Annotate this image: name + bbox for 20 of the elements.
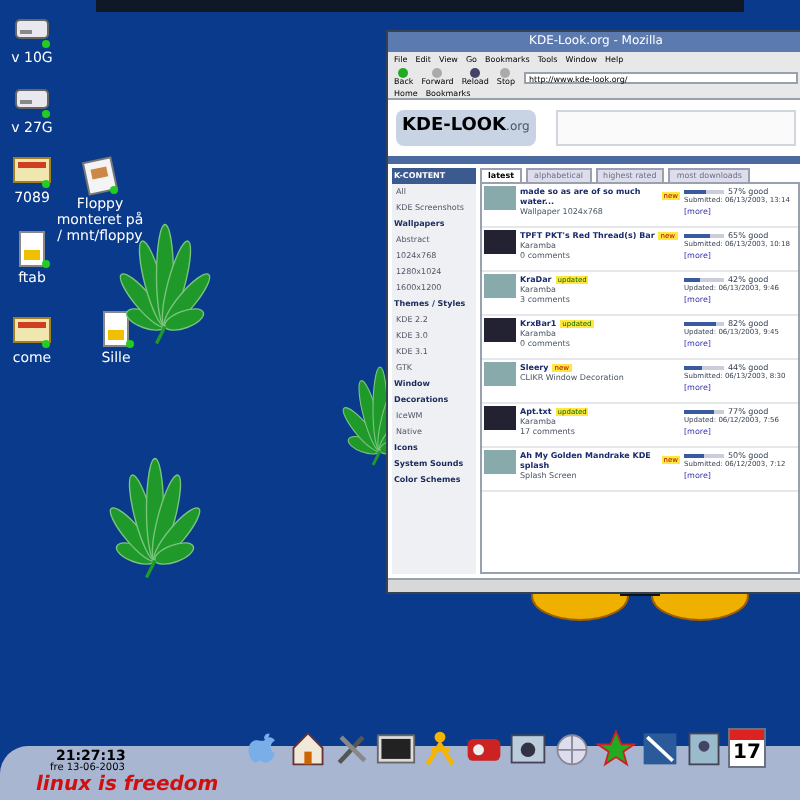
home-icon[interactable] <box>288 728 328 768</box>
logo-text: KDE-LOOK <box>402 114 507 141</box>
photo-icon[interactable] <box>684 728 724 768</box>
thumbnail-placeholder[interactable] <box>484 450 516 474</box>
globe-icon[interactable] <box>552 728 592 768</box>
star-icon[interactable] <box>596 728 636 768</box>
calendar-icon[interactable]: 17 <box>728 728 766 768</box>
slogan-text: linux is freedom <box>36 774 219 796</box>
thumbnail-placeholder[interactable] <box>484 230 516 254</box>
thumbnail-placeholder[interactable] <box>484 186 516 210</box>
person-icon[interactable] <box>420 728 460 768</box>
thumbnail-placeholder[interactable] <box>484 274 516 298</box>
terminal-icon[interactable] <box>376 728 416 768</box>
thumbnail-placeholder[interactable] <box>484 362 516 386</box>
calendar-day: 17 <box>730 740 764 766</box>
camera-icon[interactable] <box>508 728 548 768</box>
thumbnail-placeholder[interactable] <box>484 318 516 342</box>
thumbnail-placeholder[interactable] <box>484 406 516 430</box>
pen-icon[interactable] <box>640 728 680 768</box>
floppy-icon[interactable] <box>80 156 120 196</box>
